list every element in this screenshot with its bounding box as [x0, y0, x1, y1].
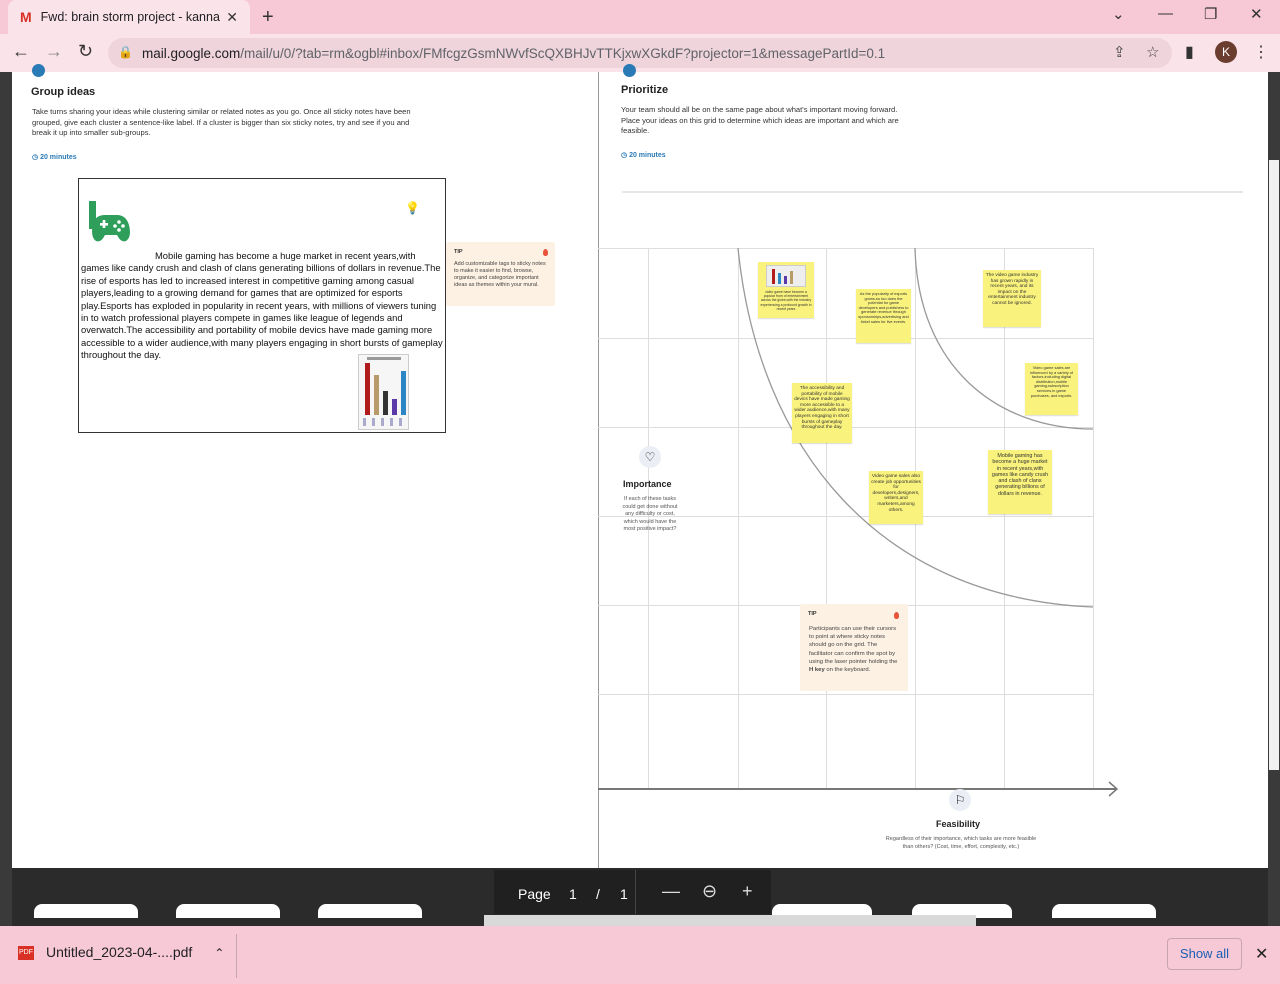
- page-total: 1: [620, 886, 628, 902]
- gmail-icon: M: [20, 9, 32, 25]
- chart-image-bar: [401, 371, 406, 415]
- close-tab-icon[interactable]: ✕: [226, 9, 238, 26]
- attachment-thumb[interactable]: [34, 904, 138, 918]
- profile-avatar[interactable]: K: [1215, 41, 1237, 63]
- pin-icon: [894, 612, 899, 619]
- axis-arrow-icon: [1108, 781, 1119, 797]
- restore-icon[interactable]: ❐: [1204, 5, 1217, 23]
- sticky-note[interactable]: video game have become a popular from of…: [758, 262, 814, 318]
- sticky-note[interactable]: The accessibility and portability of mob…: [792, 383, 852, 443]
- feasibility-description: Regardless of their importance, which ta…: [885, 836, 1037, 850]
- left-gutter: [0, 72, 12, 926]
- tab-title: Fwd: brain storm project - kanna: [40, 10, 220, 24]
- vertical-scrollbar[interactable]: [1268, 72, 1280, 926]
- attachment-thumb[interactable]: [1052, 904, 1156, 918]
- chart-thumbnail: [766, 265, 806, 287]
- download-bar: PDF Untitled_2023-04-....pdf ⌃ Show all ✕: [0, 926, 1280, 984]
- chart-image-bar: [365, 363, 370, 415]
- group-ideas-title: Group ideas: [31, 86, 96, 98]
- browser-toolbar: ← → ↻ 🔒 mail.google.com/mail/u/0/?tab=rm…: [0, 34, 1280, 72]
- control-divider: [635, 870, 636, 914]
- prioritize-title: Prioritize: [621, 84, 669, 96]
- pdf-file-icon: PDF: [18, 946, 34, 961]
- download-item[interactable]: PDF Untitled_2023-04-....pdf ⌃: [18, 944, 224, 961]
- sticky-note[interactable]: Video game sales are influenced by a var…: [1025, 363, 1078, 415]
- tip-label: TIP: [808, 611, 817, 617]
- group-ideas-description: Take turns sharing your ideas while clus…: [32, 107, 411, 137]
- new-tab-icon[interactable]: +: [262, 6, 274, 29]
- chart-image-bar: [392, 399, 397, 415]
- forward-icon[interactable]: →: [45, 41, 63, 62]
- importance-description: If each of these tasks could get done wi…: [622, 496, 678, 533]
- chart-image-labels: [363, 418, 407, 426]
- idea-card[interactable]: 💡 Mobile gaming has become a huge market…: [78, 178, 446, 433]
- flag-icon: ⚐: [949, 789, 971, 811]
- side-panel-icon[interactable]: ▮: [1185, 42, 1194, 62]
- attachment-thumb[interactable]: [318, 904, 422, 918]
- step-marker: [32, 64, 45, 77]
- attachment-thumb[interactable]: [176, 904, 280, 918]
- download-divider: [236, 934, 237, 978]
- importance-label: Importance: [623, 479, 672, 489]
- bar-chart-image: [358, 354, 409, 430]
- tab-search-icon[interactable]: ⌄: [1112, 5, 1125, 23]
- pdf-page: Group ideas Take turns sharing your idea…: [12, 64, 1268, 868]
- sticky-note[interactable]: The video game industry has grown rapidl…: [983, 270, 1041, 327]
- heart-icon: ♡: [639, 446, 661, 468]
- minimize-icon[interactable]: —: [1158, 5, 1173, 22]
- chart-image-title: [367, 357, 401, 360]
- page-label: Page: [518, 886, 551, 902]
- feasibility-axis: [598, 788, 1116, 790]
- pdf-viewer: Group ideas Take turns sharing your idea…: [0, 64, 1280, 926]
- page-separator: /: [596, 886, 600, 902]
- sticky-note[interactable]: Video game sales also create job opportu…: [869, 471, 923, 524]
- tip-box-tags: TIP Add customizable tags to sticky note…: [446, 242, 555, 306]
- tip-box-cursors: TIP Participants can use their cursors t…: [800, 604, 908, 691]
- tip-label: TIP: [454, 249, 463, 255]
- show-all-button[interactable]: Show all: [1167, 938, 1242, 970]
- browser-tab[interactable]: M Fwd: brain storm project - kanna ✕: [8, 0, 250, 34]
- zoom-reset-icon[interactable]: ⊖: [702, 881, 717, 902]
- close-window-icon[interactable]: ✕: [1250, 5, 1263, 23]
- bookmark-star-icon[interactable]: ☆: [1146, 43, 1159, 61]
- section-rule: [622, 191, 1243, 193]
- chevron-up-icon[interactable]: ⌃: [214, 946, 224, 960]
- menu-kebab-icon[interactable]: ⋮: [1253, 42, 1269, 62]
- sticky-note[interactable]: Mobile gaming has become a huge market i…: [988, 450, 1052, 514]
- chart-image-bar: [383, 391, 388, 415]
- horizontal-scrollbar[interactable]: [484, 915, 976, 926]
- tab-strip: M Fwd: brain storm project - kanna ✕ + ⌄…: [0, 0, 1280, 34]
- close-download-bar-icon[interactable]: ✕: [1255, 944, 1268, 964]
- download-filename: Untitled_2023-04-....pdf: [46, 944, 193, 960]
- zoom-out-icon[interactable]: —: [662, 881, 680, 902]
- zoom-in-icon[interactable]: +: [742, 881, 753, 902]
- gamepad-icon: [89, 201, 130, 242]
- step-marker: [623, 64, 636, 77]
- sticky-note[interactable]: As the popularity of esports grows,so to…: [856, 289, 911, 343]
- page-number-input[interactable]: 1: [569, 886, 577, 902]
- lock-icon[interactable]: 🔒: [118, 45, 133, 59]
- feasibility-label: Feasibility: [936, 819, 981, 829]
- tip-text: Participants can use their cursors to po…: [809, 626, 898, 674]
- share-icon[interactable]: ⇪: [1113, 43, 1126, 61]
- chart-image-bar: [374, 375, 379, 415]
- group-ideas-timer: ◷ 20 minutes: [32, 154, 77, 161]
- address-bar[interactable]: 🔒 mail.google.com/mail/u/0/?tab=rm&ogbl#…: [108, 38, 1172, 68]
- pdf-controls: Page 1 / 1 — ⊖ +: [494, 870, 771, 914]
- back-icon[interactable]: ←: [12, 41, 30, 62]
- prioritize-description: Your team should all be on the same page…: [621, 105, 899, 135]
- prioritize-timer: ◷ 20 minutes: [621, 152, 666, 159]
- lightbulb-icon: 💡: [405, 201, 420, 215]
- idea-card-text: Mobile gaming has become a huge market i…: [81, 250, 443, 361]
- scrollbar-thumb[interactable]: [1269, 160, 1279, 770]
- reload-icon[interactable]: ↻: [78, 41, 93, 62]
- tip-text: Add customizable tags to sticky notes to…: [454, 261, 546, 288]
- url-text[interactable]: mail.google.com/mail/u/0/?tab=rm&ogbl#in…: [142, 46, 885, 61]
- pin-icon: [543, 249, 548, 256]
